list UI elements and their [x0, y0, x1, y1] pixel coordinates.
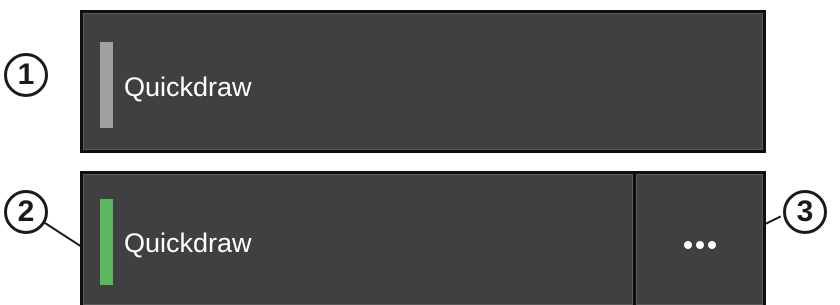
status-indicator-active	[100, 199, 113, 285]
quickdraw-tile-active[interactable]: Quickdraw	[83, 174, 633, 305]
status-indicator-inactive	[100, 42, 113, 128]
quickdraw-tile-inactive-frame: Quickdraw	[80, 10, 766, 153]
callout-marker-2: 2	[4, 190, 48, 234]
tile-label: Quickdraw	[124, 72, 252, 102]
ellipsis-dot	[695, 241, 704, 249]
callout-marker-3: 3	[783, 190, 827, 234]
callout-marker-1: 1	[4, 53, 48, 97]
tile-label: Quickdraw	[124, 228, 252, 258]
ellipsis-icon	[683, 241, 716, 249]
quickdraw-tile-inactive[interactable]: Quickdraw	[83, 13, 763, 150]
ellipsis-dot	[683, 241, 692, 249]
quickdraw-tile-active-frame: Quickdraw	[80, 171, 766, 305]
ellipsis-dot	[707, 241, 716, 249]
more-options-button[interactable]	[636, 174, 763, 305]
